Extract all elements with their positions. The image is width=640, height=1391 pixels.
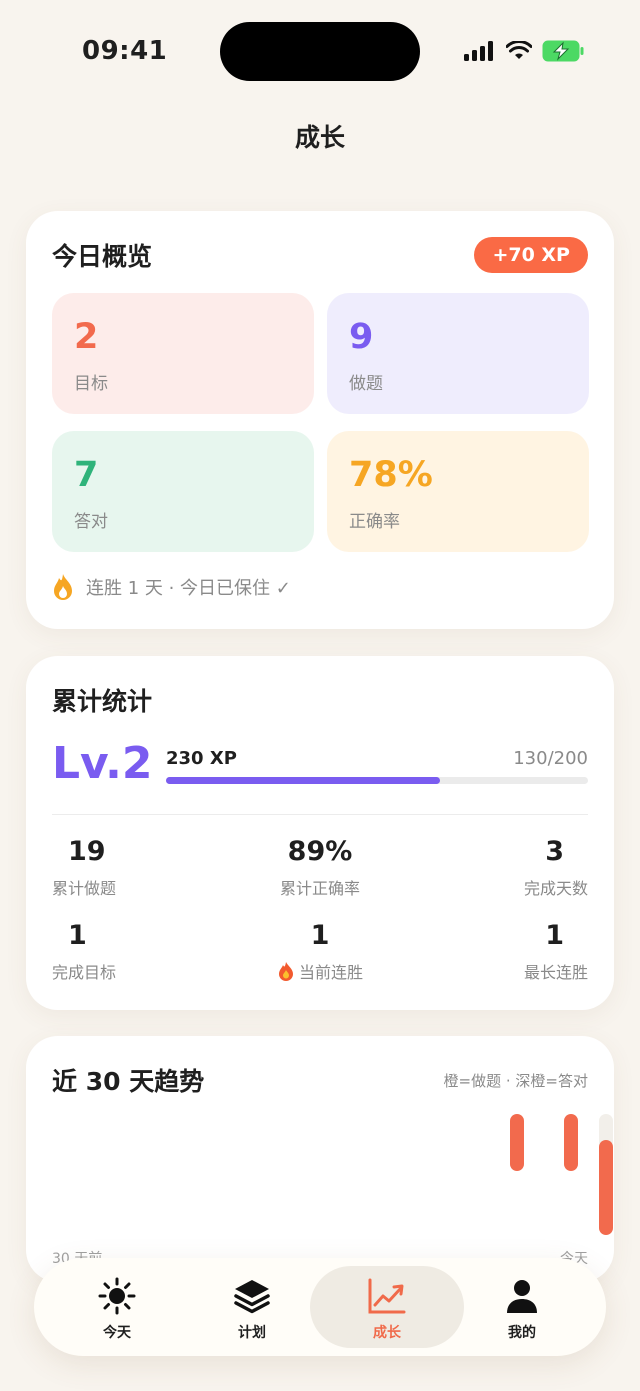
stat-total-accuracy: 89% 累计正确率 xyxy=(230,836,410,899)
xp-badge: +70 XP xyxy=(474,237,588,273)
cumulative-stats-card: 累计统计 Lv.2 230 XP 130/200 19 累计做题 89% 累计正… xyxy=(26,656,614,1010)
stat-value: 19 xyxy=(68,836,106,867)
tab-plan[interactable]: 计划 xyxy=(175,1266,329,1348)
tab-label: 我的 xyxy=(508,1325,536,1341)
stat-label: 累计做题 xyxy=(52,879,117,898)
stat-label: 累计正确率 xyxy=(279,879,360,898)
tab-label: 今天 xyxy=(103,1325,131,1341)
stat-label: 当前连胜 xyxy=(230,959,410,983)
tile-accuracy[interactable]: 78% 正确率 xyxy=(327,431,589,552)
tile-value: 78% xyxy=(349,455,433,495)
stat-label: 完成目标 xyxy=(52,963,117,982)
stat-value: 3 xyxy=(545,836,564,867)
stat-label: 完成天数 xyxy=(523,879,588,898)
stat-completed-goals: 1 完成目标 xyxy=(52,920,232,983)
stat-total-questions: 19 累计做题 xyxy=(52,836,232,899)
overview-title: 今日概览 xyxy=(52,242,153,271)
tile-label: 做题 xyxy=(349,374,383,394)
tile-label: 目标 xyxy=(74,374,108,394)
person-icon xyxy=(507,1280,537,1313)
xp-progress-bar xyxy=(166,777,588,784)
status-bar: 09:41 xyxy=(0,0,640,100)
stat-current-streak: 1 当前连胜 xyxy=(230,920,410,983)
dynamic-island xyxy=(220,22,420,81)
today-overview-card: 今日概览 +70 XP 2 目标 9 做题 7 答对 78% 正确率 连胜 1 … xyxy=(26,211,614,629)
streak-text: 连胜 1 天 · 今日已保住 ✓ xyxy=(86,578,291,599)
trend-bar xyxy=(564,1114,578,1171)
flame-icon xyxy=(54,574,72,600)
xp-total: 230 XP xyxy=(166,748,237,769)
stat-value: 1 xyxy=(545,920,564,951)
stat-label-text: 当前连胜 xyxy=(298,963,363,982)
xp-progress-text: 130/200 xyxy=(513,748,588,769)
stat-value: 89% xyxy=(287,836,353,867)
tile-value: 2 xyxy=(74,317,99,357)
streak-line: 连胜 1 天 · 今日已保住 ✓ xyxy=(52,573,291,601)
stat-label: 最长连胜 xyxy=(523,963,588,982)
signal-icon xyxy=(464,41,493,61)
tile-value: 7 xyxy=(74,455,99,495)
tile-label: 正确率 xyxy=(349,512,400,532)
tile-label: 答对 xyxy=(74,512,108,532)
tile-goals[interactable]: 2 目标 xyxy=(52,293,314,414)
trend-bar xyxy=(599,1140,613,1235)
divider xyxy=(52,814,588,815)
trend-card: 近 30 天趋势 橙=做题 · 深橙=答对 30 天前 今天 xyxy=(26,1036,614,1282)
tab-growth[interactable]: 成长 xyxy=(310,1266,464,1348)
page-title: 成长 xyxy=(294,123,345,152)
cumulative-title: 累计统计 xyxy=(52,687,153,716)
status-time: 09:41 xyxy=(82,36,168,66)
xp-progress-fill xyxy=(166,777,441,784)
tile-questions[interactable]: 9 做题 xyxy=(327,293,589,414)
battery-charging-icon xyxy=(542,40,584,62)
layers-icon xyxy=(234,1280,270,1314)
tile-correct[interactable]: 7 答对 xyxy=(52,431,314,552)
trend-bar xyxy=(510,1114,524,1171)
stat-completed-days: 3 完成天数 xyxy=(408,836,588,899)
tile-value: 9 xyxy=(349,317,374,357)
tab-bar: 今天 计划 成长 我的 xyxy=(34,1258,606,1356)
stat-longest-streak: 1 最长连胜 xyxy=(408,920,588,983)
tab-label: 计划 xyxy=(238,1325,266,1341)
stat-value: 1 xyxy=(310,920,330,951)
fire-icon xyxy=(278,962,293,981)
tab-mine[interactable]: 我的 xyxy=(445,1266,599,1348)
status-icons xyxy=(464,40,584,62)
trend-chart xyxy=(510,1114,613,1235)
level-label: Lv.2 xyxy=(52,738,153,789)
tab-today[interactable]: 今天 xyxy=(40,1266,194,1348)
tab-label: 成长 xyxy=(373,1325,401,1341)
chart-trend-icon xyxy=(368,1278,406,1314)
sun-icon xyxy=(98,1277,136,1315)
stat-value: 1 xyxy=(68,920,87,951)
wifi-icon xyxy=(506,41,532,59)
